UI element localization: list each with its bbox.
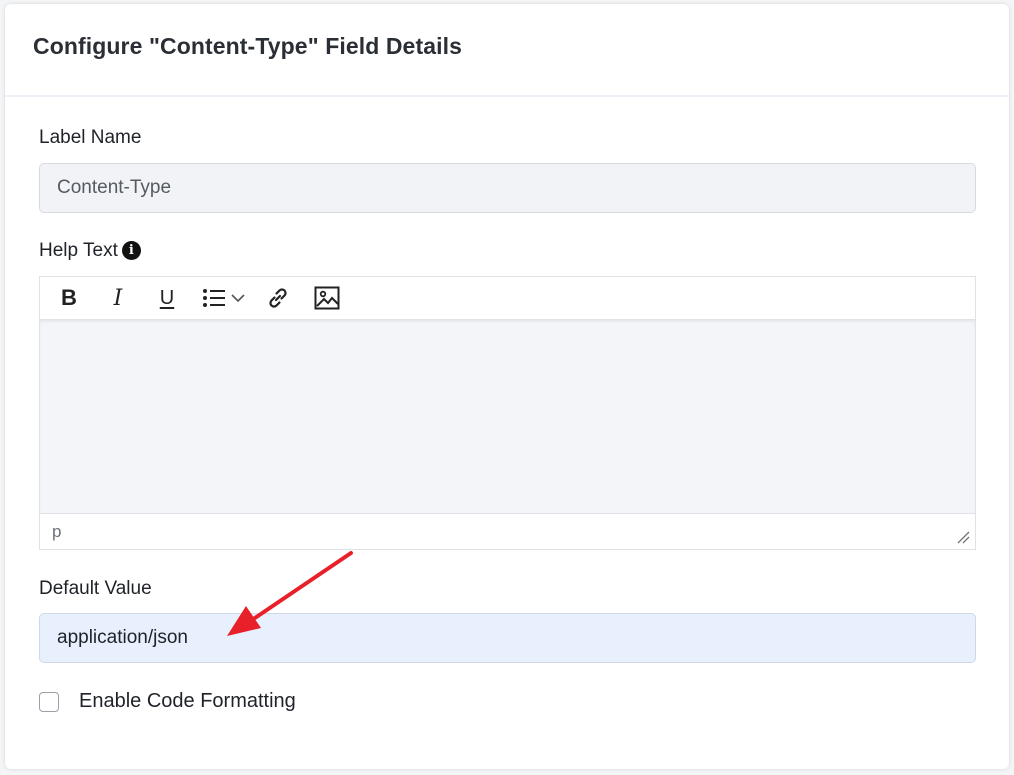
- dialog-header: Configure "Content-Type" Field Details: [5, 4, 1009, 97]
- bold-icon: B: [61, 285, 77, 310]
- bullet-list-button[interactable]: [199, 281, 229, 315]
- element-path[interactable]: p: [52, 522, 61, 542]
- info-circle-icon[interactable]: i: [121, 241, 141, 260]
- link-icon: [269, 288, 287, 308]
- label-name-input[interactable]: Content-Type: [39, 163, 976, 213]
- resize-handle-icon[interactable]: [956, 530, 970, 544]
- help-text-edit-area[interactable]: [40, 319, 975, 515]
- code-formatting-checkbox[interactable]: [39, 691, 59, 712]
- chevron-down-icon: [231, 294, 245, 303]
- bullet-list-icon: [203, 289, 225, 307]
- field-details-dialog: Configure "Content-Type" Field Details L…: [5, 4, 1009, 769]
- underline-button[interactable]: U: [150, 281, 184, 315]
- help-text-label-text: Help Text: [39, 240, 118, 261]
- image-button[interactable]: [310, 281, 344, 315]
- default-value-input[interactable]: application/json: [39, 613, 976, 663]
- dialog-title: Configure "Content-Type" Field Details: [33, 33, 462, 59]
- code-formatting-label[interactable]: Enable Code Formatting: [79, 690, 296, 713]
- editor-toolbar: B I U: [40, 277, 975, 319]
- default-value-label: Default Value: [39, 578, 152, 599]
- code-formatting-row: Enable Code Formatting: [39, 690, 296, 713]
- help-text-label: Help Text i: [39, 240, 141, 262]
- bold-button[interactable]: B: [52, 281, 86, 315]
- list-dropdown-button[interactable]: [229, 281, 247, 315]
- link-button[interactable]: [261, 281, 295, 315]
- label-name-value: Content-Type: [57, 177, 172, 198]
- italic-icon: I: [113, 285, 123, 311]
- default-value-text: application/json: [57, 627, 188, 648]
- help-text-editor: B I U p: [39, 276, 976, 550]
- italic-button[interactable]: I: [101, 281, 135, 315]
- editor-statusbar: p: [40, 513, 975, 549]
- underline-icon: U: [159, 286, 175, 309]
- image-icon: [314, 286, 340, 310]
- label-name-label: Label Name: [39, 127, 142, 148]
